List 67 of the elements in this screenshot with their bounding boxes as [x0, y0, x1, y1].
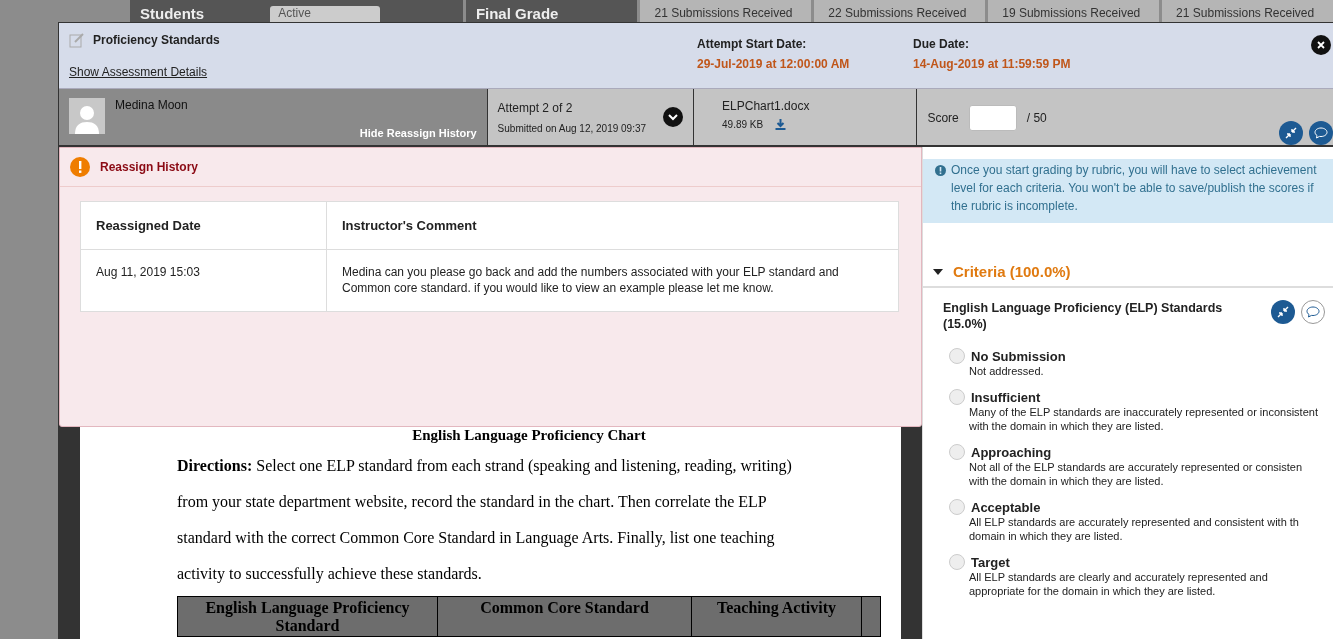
table-header: Teaching Activity [692, 597, 862, 637]
level-description: All ELP standards are clearly and accurately represented and appropriate for the domain in which they are listed. [968, 570, 1269, 598]
hide-history-link[interactable]: Hide Reassign History [359, 127, 477, 139]
assignment-tile[interactable]: 19 Submissions Received [988, 0, 1160, 22]
score-input[interactable] [968, 105, 1017, 131]
date-label: Due Date: [913, 37, 970, 51]
assignment-tile[interactable]: 22 Submissions Received [814, 0, 986, 22]
collapse-button[interactable] [1271, 300, 1295, 324]
column-header: Reassigned Date [80, 201, 327, 250]
tile-label: Students [140, 5, 205, 22]
assessment-title: Proficiency Standards [93, 33, 220, 47]
warning-icon [70, 157, 90, 177]
status-select[interactable]: Active [270, 6, 381, 22]
document-title: English Language Proficiency Chart [411, 427, 647, 445]
assignment-tile[interactable]: 21 Submissions Received [1162, 0, 1333, 22]
table-header: English Language Proficiency Standard [178, 597, 438, 637]
radio-button[interactable] [949, 499, 965, 515]
info-icon [935, 165, 946, 176]
submitted-date: Submitted on Aug 12, 2019 09:37 [497, 122, 648, 134]
score-label: Score [927, 111, 959, 125]
comment-icon [1314, 127, 1328, 139]
file-name[interactable]: ELPChart1.docx [722, 99, 907, 113]
table-cell: Medina can you please go back and add the numbers associated with your ELP standard and Common core standard. if you would like to view an example please let me know. [326, 249, 899, 312]
download-icon[interactable] [775, 119, 787, 130]
grade-tile[interactable]: Final Grade [465, 0, 638, 22]
column-header: Instructor's Comment [326, 201, 899, 250]
radio-button[interactable] [949, 348, 965, 364]
avatar-silhouette [69, 98, 105, 134]
caret-icon [933, 268, 943, 275]
comment-icon [1306, 306, 1320, 318]
level-name: No Submission [971, 348, 1066, 364]
show-details-link[interactable]: Show Assessment Details [69, 65, 687, 79]
level-name: Target [971, 554, 1010, 570]
level-name: Acceptable [971, 499, 1041, 515]
attempt-dropdown[interactable] [663, 107, 684, 127]
score-total: / 50 [1026, 111, 1048, 125]
criterion-name: English Language Proficiency (ELP) Standards (15.0%) [943, 300, 1224, 332]
date-value: 29-Jul-2019 at 12:00:00 AM [697, 57, 851, 71]
comment-button[interactable] [1301, 300, 1325, 324]
level-description: All ELP standards are accurately represented and consistent with th domain in which they are listed. [968, 515, 1300, 543]
radio-button[interactable] [949, 554, 965, 570]
edit-icon [69, 32, 85, 48]
radio-button[interactable] [949, 389, 965, 405]
directions-paragraph: Directions: Select one ELP standard from each strand (speaking and listening, reading, writing) from your state department website, record the standard in the chart. Then correlate the ELP standard with the correct Common Core Standard in Language Arts. Finally, list one teaching activity to successfully achieve these standards. [177, 456, 793, 585]
level-description: Not all of the ELP standards are accurately represented or consisten with the domain in which they are listed. [968, 460, 1304, 488]
student-name: Medina Moon [115, 98, 189, 112]
level-name: Approaching [971, 444, 1052, 460]
table-cell: Aug 11, 2019 15:03 [80, 249, 327, 312]
collapse-arrows-icon [1285, 127, 1297, 139]
rubric-notice: Once you start grading by rubric, you will have to select achievement level for each criteria. You won't be able to save/publish the scores if the rubric is incomplete. [951, 162, 1318, 215]
attempt-label: Attempt 2 of 2 [497, 100, 574, 115]
date-value: 14-Aug-2019 at 11:59:59 PM [913, 57, 1072, 71]
comment-button[interactable] [1309, 121, 1333, 145]
close-icon [1317, 41, 1325, 49]
panel-title: Reassign History [100, 160, 199, 174]
date-label: Attempt Start Date: [697, 37, 808, 51]
radio-button[interactable] [949, 444, 965, 460]
chevron-down-icon [668, 113, 679, 121]
assignment-tile[interactable]: 21 Submissions Received [640, 0, 812, 22]
collapse-arrows-icon [1277, 306, 1289, 318]
level-description: Many of the ELP standards are inaccurately represented or inconsistent with the domain in which they are listed. [968, 405, 1319, 433]
file-size: 49.89 KB [722, 119, 764, 130]
close-button[interactable] [1311, 35, 1331, 55]
table-header: Common Core Standard [438, 597, 692, 637]
level-description: Not addressed. [968, 364, 1045, 378]
level-name: Insufficient [971, 389, 1041, 405]
collapse-button[interactable] [1279, 121, 1303, 145]
